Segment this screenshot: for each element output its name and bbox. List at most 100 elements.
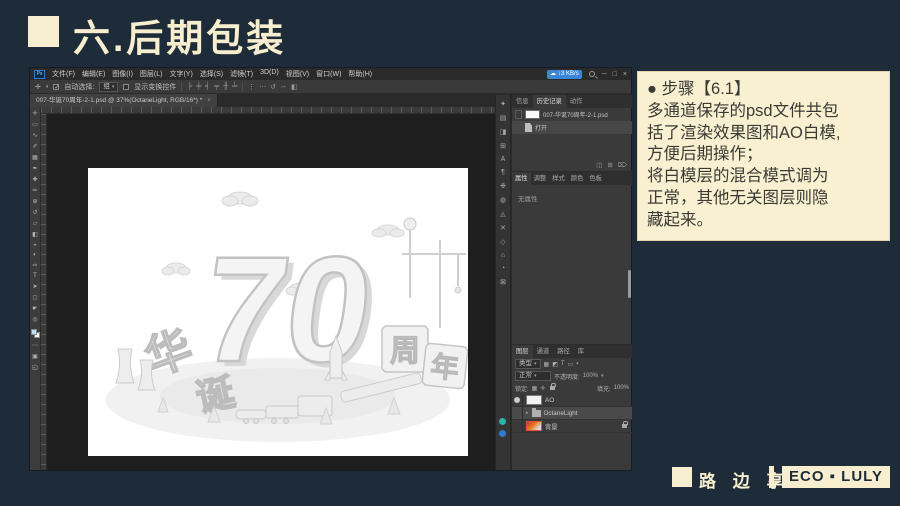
filter-type-icon[interactable]: T — [561, 361, 565, 368]
shapes-panel-icon[interactable]: ◇ — [500, 238, 505, 246]
opacity-value[interactable]: 100% — [583, 373, 598, 379]
blue-app-icon[interactable] — [499, 430, 506, 437]
marquee-tool-icon[interactable]: ▭ — [32, 121, 38, 128]
history-snapshot-row[interactable]: 007-华诞70周年-2-1.psd — [512, 108, 632, 121]
pan-axis-icon[interactable]: ↔ — [280, 83, 287, 91]
tab-channels[interactable]: 通道 — [533, 345, 554, 358]
chevron-down-icon[interactable]: ▾ — [601, 373, 604, 379]
align-right-icon[interactable]: ╡ — [205, 83, 210, 90]
canvas-area[interactable]: 70 70 华 诞 周 年 — [47, 114, 495, 470]
layer-row-background[interactable]: 背景 — [512, 419, 632, 433]
eraser-tool-icon[interactable]: ▱ — [33, 220, 38, 227]
hand-tool-icon[interactable]: ☛ — [32, 305, 37, 312]
eyedropper-tool-icon[interactable]: ✒ — [32, 165, 37, 172]
visibility-toggle[interactable] — [512, 393, 523, 407]
info-panel-icon[interactable]: ⊠ — [500, 278, 506, 286]
shape-tool-icon[interactable]: ◻ — [33, 294, 38, 301]
auto-select-dropdown[interactable]: 组 ▾ — [99, 81, 119, 92]
distribute-h-icon[interactable]: ⋯ — [259, 83, 266, 91]
new-snapshot-icon[interactable]: ⊞ — [607, 161, 612, 169]
styles-panel-icon[interactable]: ✕ — [500, 224, 506, 232]
layer-filter-dropdown[interactable]: 类型 ▾ — [515, 359, 541, 369]
menu-item[interactable]: 滤镜(T) — [230, 69, 253, 79]
menu-item[interactable]: 文件(F) — [52, 69, 75, 79]
blend-mode-dropdown[interactable]: 正常 ▾ — [515, 371, 551, 381]
tab-layers[interactable]: 图层 — [512, 345, 533, 358]
timeline-panel-icon[interactable]: ◔ — [501, 265, 505, 272]
brush-settings-panel-icon[interactable]: ❉ — [500, 182, 506, 190]
maximize-icon[interactable]: □ — [613, 71, 617, 78]
distribute-icon[interactable]: ⋮ — [248, 83, 255, 91]
layer-thumbnail[interactable] — [526, 395, 542, 405]
panel-scrollbar[interactable] — [628, 270, 631, 298]
3d-mode-icon[interactable]: ◧ — [291, 83, 298, 91]
zoom-tool-icon[interactable]: ◎ — [32, 316, 37, 323]
align-top-icon[interactable]: ╤ — [214, 83, 219, 90]
path-select-tool-icon[interactable]: ➤ — [32, 283, 37, 290]
close-icon[interactable]: × — [623, 71, 627, 78]
edit-toolbar-icon[interactable]: ⋯ — [32, 342, 38, 349]
align-left-icon[interactable]: ╞ — [187, 83, 192, 90]
show-transform-checkbox[interactable] — [123, 83, 130, 90]
adjustments-panel-icon[interactable]: ◬ — [500, 210, 505, 218]
navigator-panel-icon[interactable]: ⌂ — [501, 252, 505, 259]
fill-value[interactable]: 100% — [614, 385, 629, 391]
color-swatches[interactable] — [30, 329, 40, 338]
tab-libraries[interactable]: 库 — [574, 345, 588, 358]
lock-icons[interactable]: ▦ ✛ — [532, 385, 546, 392]
lasso-tool-icon[interactable]: ∿ — [32, 132, 37, 139]
type-tool-icon[interactable]: T — [33, 273, 37, 279]
layer-row-group[interactable]: ▸ OctaneLight — [512, 406, 632, 420]
document-tab[interactable]: 007-华诞70周年-2-1.psd @ 37%(OctaneLight, RG… — [30, 94, 219, 107]
search-icon[interactable] — [588, 71, 595, 77]
menu-item[interactable]: 3D(D) — [260, 69, 279, 79]
lock-all-icon[interactable] — [550, 383, 556, 390]
menu-item[interactable]: 视图(V) — [286, 69, 309, 79]
tab-close-icon[interactable]: × — [207, 94, 211, 107]
menu-item[interactable]: 文字(Y) — [169, 69, 192, 79]
minimize-icon[interactable]: ─ — [602, 71, 607, 78]
clone-stamp-tool-icon[interactable]: ⊕ — [32, 198, 37, 205]
pen-tool-icon[interactable]: ✑ — [32, 262, 37, 269]
gradients-panel-icon[interactable]: ◨ — [500, 128, 507, 136]
visibility-toggle[interactable] — [512, 406, 523, 420]
history-brush-tool-icon[interactable]: ↺ — [32, 209, 37, 216]
layer-thumbnail[interactable] — [526, 421, 542, 431]
filter-smart-icon[interactable]: ▪ — [576, 361, 578, 368]
chevron-down-icon[interactable]: ▾ — [46, 84, 49, 90]
menu-item[interactable]: 编辑(E) — [82, 69, 105, 79]
foreground-color-swatch[interactable] — [30, 329, 37, 335]
blur-tool-icon[interactable]: ◒ — [33, 242, 37, 248]
delete-state-icon[interactable]: ⌦ — [618, 161, 627, 169]
move-tool-icon[interactable]: ✛ — [32, 110, 37, 117]
menu-item[interactable]: 帮助(H) — [348, 69, 372, 79]
dodge-tool-icon[interactable]: ◐ — [33, 252, 37, 258]
menu-item[interactable]: 图像(I) — [112, 69, 133, 79]
tab-paths[interactable]: 路径 — [553, 345, 574, 358]
quick-mask-icon[interactable]: ▣ — [32, 353, 38, 360]
new-document-from-state-icon[interactable]: ◫ — [596, 161, 602, 169]
rotate-view-icon[interactable]: ↺ — [270, 83, 276, 91]
filter-pixel-icon[interactable]: ▦ — [544, 361, 550, 368]
gradient-tool-icon[interactable]: ◧ — [32, 231, 38, 238]
patterns-panel-icon[interactable]: ⊞ — [500, 142, 506, 150]
history-state-row[interactable]: 打开 — [512, 121, 632, 134]
teal-app-icon[interactable] — [499, 418, 506, 425]
screen-mode-icon[interactable]: ◱ — [32, 364, 38, 371]
swatches-panel-icon[interactable]: ▤ — [500, 114, 507, 122]
clone-source-panel-icon[interactable]: ◍ — [500, 196, 506, 204]
crop-tool-icon[interactable]: ▦ — [32, 154, 38, 161]
history-source-icon[interactable] — [515, 110, 522, 119]
tab-properties[interactable]: 属性 — [512, 172, 531, 185]
tab-history[interactable]: 历史记录 — [532, 95, 566, 108]
tab-swatches[interactable]: 色板 — [586, 172, 605, 185]
healing-tool-icon[interactable]: ✚ — [32, 176, 37, 183]
group-expand-icon[interactable]: ▸ — [526, 410, 529, 416]
menu-item[interactable]: 窗口(W) — [316, 69, 341, 79]
align-bottom-icon[interactable]: ╧ — [232, 83, 237, 90]
align-center-h-icon[interactable]: ╪ — [196, 83, 201, 90]
tab-color[interactable]: 颜色 — [568, 172, 587, 185]
visibility-toggle[interactable] — [512, 419, 523, 433]
filter-shape-icon[interactable]: ▭ — [568, 361, 574, 368]
auto-select-checkbox[interactable] — [53, 83, 59, 91]
